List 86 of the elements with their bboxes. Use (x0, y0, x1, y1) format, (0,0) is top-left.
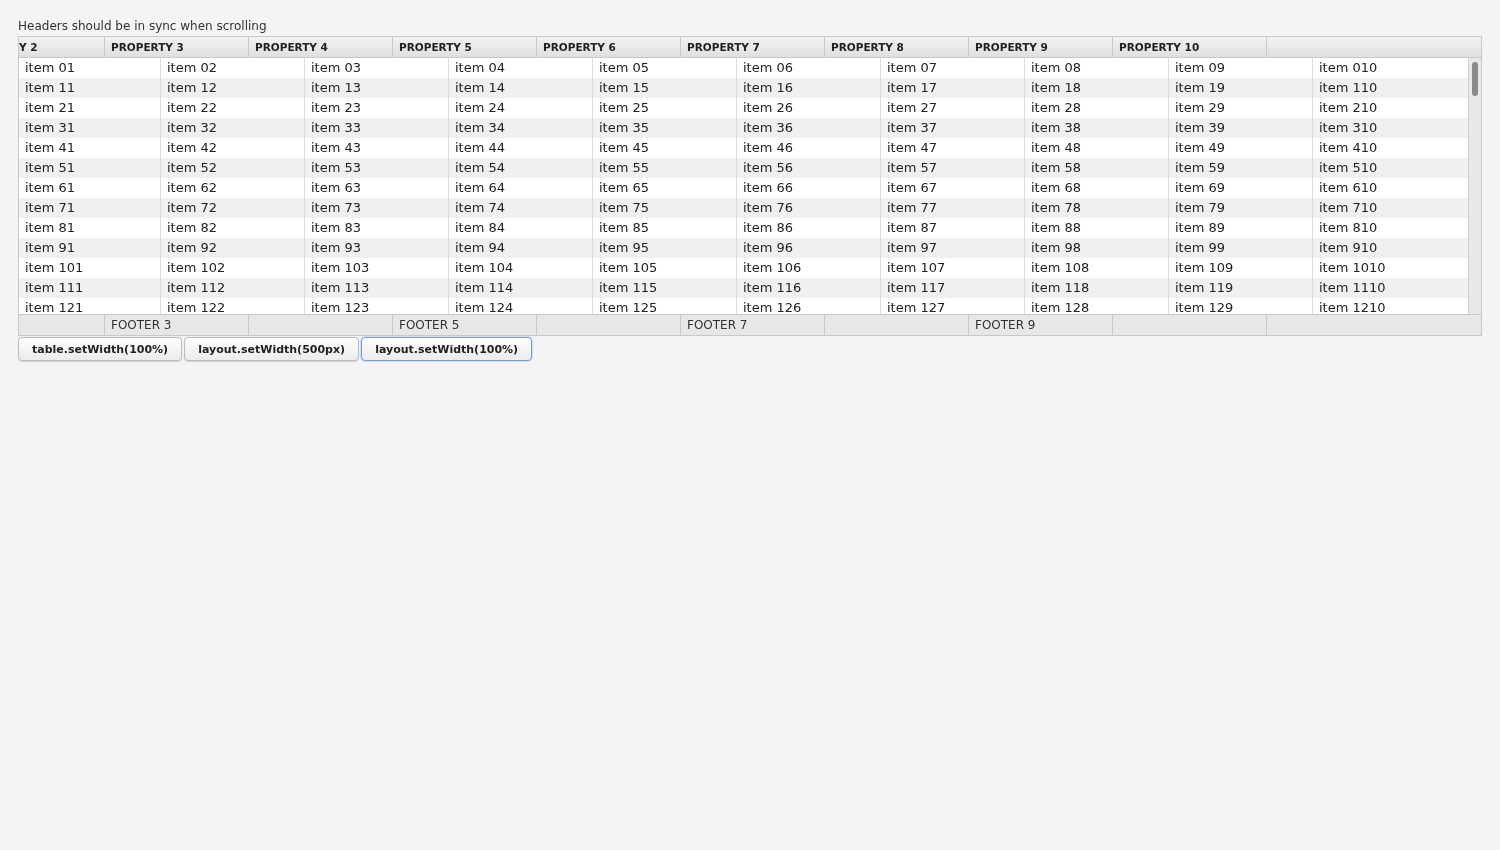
table-cell: item 72 (161, 198, 305, 218)
table-cell: item 77 (881, 198, 1025, 218)
table-cell: item 114 (449, 278, 593, 298)
table-cell: item 13 (305, 78, 449, 98)
table-cell-text: item 510 (1318, 159, 1379, 177)
column-header[interactable]: PROPERTY 7 (681, 37, 825, 57)
table-cell: item 75 (593, 198, 737, 218)
table-cell-text: item 210 (1318, 99, 1379, 117)
table-cell-text: item 1210 (1318, 299, 1387, 314)
table-cell: item 51 (19, 158, 161, 178)
table-cell: item 112 (161, 278, 305, 298)
table-cell: item 116 (737, 278, 881, 298)
table-cell: item 117 (881, 278, 1025, 298)
column-footer: FOOTER 9 (969, 315, 1113, 335)
table-cell: item 17 (881, 78, 1025, 98)
table-cell: item 74 (449, 198, 593, 218)
table-cell: item 39 (1169, 118, 1313, 138)
table-cell: item 33 (305, 118, 449, 138)
table-cell-text: item 010 (1318, 59, 1379, 77)
scrollbar-thumb[interactable] (1472, 62, 1478, 96)
table-cell: item 98 (1025, 238, 1169, 258)
table-cell-text: item 810 (1318, 219, 1379, 237)
table-cell: item 97 (881, 238, 1025, 258)
code-button[interactable]: table.setWidth(100%) (18, 337, 183, 361)
table-cell-text: item 1010 (1318, 259, 1387, 277)
table-cell: item 55 (593, 158, 737, 178)
column-footer: FOOTER 5 (393, 315, 537, 335)
table-cell: item 76 (737, 198, 881, 218)
column-header[interactable]: PROPERTY 9 (969, 37, 1113, 57)
code-button[interactable]: layout.setWidth(500px) (184, 337, 360, 361)
column-footer: FOOTER 7 (681, 315, 825, 335)
table-cell: item 118 (1025, 278, 1169, 298)
table-cell-text: item 110 (1318, 79, 1379, 97)
table-cell: item 119 (1169, 278, 1313, 298)
table-cell: item 11 (19, 78, 161, 98)
table-cell: item 73 (305, 198, 449, 218)
caption-text: Headers should be in sync when scrolling (18, 18, 268, 35)
column-header[interactable]: PROPERTY 5 (393, 37, 537, 57)
column-header[interactable]: PROPERTY 6 (537, 37, 681, 57)
scrollbar[interactable] (1468, 58, 1481, 314)
table-cell: item 93 (305, 238, 449, 258)
table-cell: item 34 (449, 118, 593, 138)
table-cell: item 71 (19, 198, 161, 218)
table-cell: item 78 (1025, 198, 1169, 218)
table-cell: item 53 (305, 158, 449, 178)
table-cell-text: item 1110 (1318, 279, 1387, 297)
table-cell: item 113 (305, 278, 449, 298)
table-cell: item 52 (161, 158, 305, 178)
table-cell: item 15 (593, 78, 737, 98)
column-header[interactable]: Y 2 (19, 37, 105, 57)
table-cell: item 57 (881, 158, 1025, 178)
table-cell-text: item 410 (1318, 139, 1379, 157)
table-cell-text: item 710 (1318, 199, 1379, 217)
column-header[interactable]: PROPERTY 4 (249, 37, 393, 57)
column-header[interactable]: PROPERTY 8 (825, 37, 969, 57)
table-cell: item 58 (1025, 158, 1169, 178)
table-cell: item 18 (1025, 78, 1169, 98)
column-header[interactable]: PROPERTY 3 (105, 37, 249, 57)
table-cell: item 92 (161, 238, 305, 258)
table-cell: item 16 (737, 78, 881, 98)
table-cell: item 37 (881, 118, 1025, 138)
column-header[interactable]: PROPERTY 10 (1113, 37, 1267, 57)
table-cell-text: item 610 (1318, 179, 1379, 197)
table-cell: item 32 (161, 118, 305, 138)
table-cell: item 54 (449, 158, 593, 178)
table-cell-text: item 310 (1318, 119, 1379, 137)
table-cell: item 56 (737, 158, 881, 178)
table-cell: item 19 (1169, 78, 1313, 98)
table-cell: item 91 (19, 238, 161, 258)
table-cell-text: item 910 (1318, 239, 1379, 257)
table-cell: item 95 (593, 238, 737, 258)
table-cell: item 14 (449, 78, 593, 98)
code-button[interactable]: layout.setWidth(100%) (361, 337, 533, 361)
table-cell: item 36 (737, 118, 881, 138)
table-cell: item 79 (1169, 198, 1313, 218)
table-cell: item 99 (1169, 238, 1313, 258)
table-cell: item 35 (593, 118, 737, 138)
table-cell: item 96 (737, 238, 881, 258)
table-cell: item 38 (1025, 118, 1169, 138)
table-cell: item 12 (161, 78, 305, 98)
table-cell: item 59 (1169, 158, 1313, 178)
table-cell: item 31 (19, 118, 161, 138)
table-cell: item 115 (593, 278, 737, 298)
table-cell: item 111 (19, 278, 161, 298)
column-footer: FOOTER 3 (105, 315, 249, 335)
table-cell: item 94 (449, 238, 593, 258)
